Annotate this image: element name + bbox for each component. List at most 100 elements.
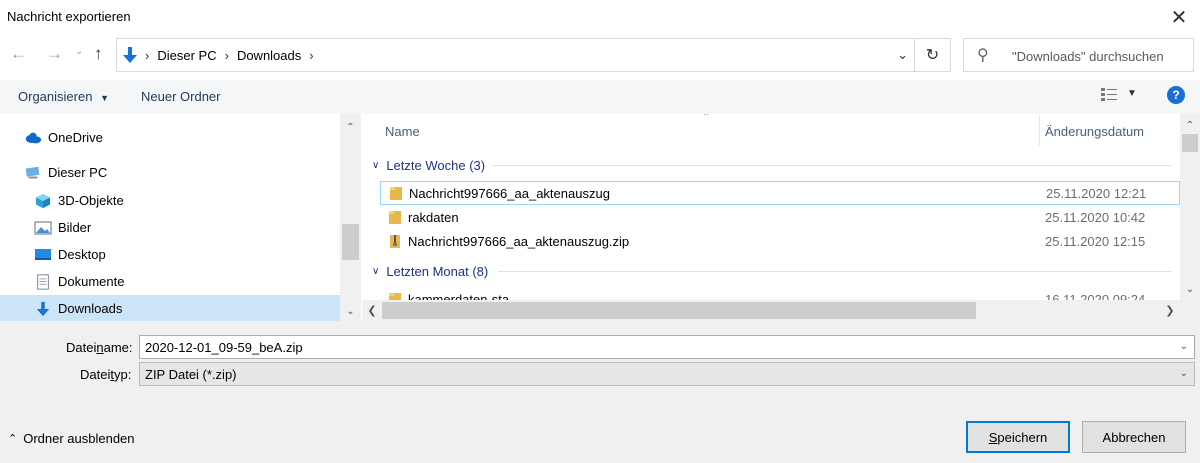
search-icon: ⚲ [977, 47, 989, 64]
file-list-vertical-scrollbar[interactable]: ⌃ ⌄ [1180, 114, 1200, 300]
list-item[interactable]: Nachricht997666_aa_aktenauszug 25.11.202… [380, 181, 1180, 205]
group-label: Letzten Monat (8) [386, 263, 489, 279]
filetype-select[interactable]: ZIP Datei (*.zip) ⌄ [139, 362, 1195, 386]
hide-folders-label: Ordner ausblenden [23, 431, 135, 446]
3d-objects-icon [35, 193, 51, 208]
desktop-icon [35, 248, 51, 260]
folder-icon [390, 187, 402, 200]
breadcrumb-dieser-pc[interactable]: Dieser PC [157, 48, 216, 63]
scroll-left-icon[interactable]: ❮ [362, 300, 382, 321]
sidebar-item-onedrive[interactable]: OneDrive [0, 124, 340, 151]
scroll-up-icon[interactable]: ⌃ [340, 118, 361, 136]
column-divider[interactable] [1039, 116, 1040, 146]
up-arrow-icon[interactable]: ↑ [94, 44, 103, 64]
breadcrumb-separator-icon[interactable]: › [309, 48, 313, 63]
onedrive-icon [25, 132, 42, 143]
search-input[interactable]: ⚲ "Downloads" durchsuchen [963, 38, 1194, 72]
navigation-pane-scrollbar[interactable]: ⌃ ⌄ [340, 114, 361, 321]
scrollbar-thumb[interactable] [342, 224, 359, 260]
chevron-down-icon: ∨ [372, 159, 380, 171]
cancel-button[interactable]: Abbrechen [1082, 421, 1186, 453]
recent-locations-chevron-icon[interactable]: ⌄ [75, 46, 83, 57]
sort-caret-icon: ⌃ [702, 114, 711, 123]
navigation-bar: ← → ⌄ ↑ › Dieser PC › Downloads › ⌄ ↻ ⚲ … [0, 36, 1200, 74]
address-bar[interactable]: › Dieser PC › Downloads › ⌄ ↻ [116, 38, 951, 72]
scroll-down-icon[interactable]: ⌄ [340, 302, 361, 320]
close-icon[interactable]: ✕ [1166, 4, 1192, 30]
group-header-last-week[interactable]: ∨ Letzte Woche (3) [372, 155, 485, 175]
chevron-down-icon[interactable]: ⌄ [1180, 341, 1188, 352]
filetype-value: ZIP Datei (*.zip) [145, 367, 237, 382]
sidebar-item-label: Dokumente [58, 274, 125, 289]
column-name[interactable]: Name [385, 124, 420, 139]
scrollbar-thumb[interactable] [1182, 134, 1198, 152]
group-divider [498, 271, 1172, 272]
folder-icon [389, 293, 401, 300]
file-list-horizontal-scrollbar[interactable]: ❮ ❯ [362, 300, 1180, 321]
filetype-label: Dateityp: [80, 367, 132, 382]
scroll-down-icon[interactable]: ⌄ [1180, 280, 1200, 298]
sidebar-item-label: Bilder [58, 220, 92, 235]
scroll-right-icon[interactable]: ❯ [1160, 300, 1180, 321]
file-name: rakdaten [408, 210, 459, 225]
pictures-icon [34, 221, 52, 234]
computer-icon [25, 166, 40, 178]
file-date: 25.11.2020 12:15 [1045, 234, 1146, 249]
group-header-last-month[interactable]: ∨ Letzten Monat (8) [372, 261, 488, 281]
save-button[interactable]: Speichern [966, 421, 1070, 453]
list-item[interactable]: kammerdaten-sta 16.11.2020 09:24 [380, 288, 1180, 300]
sidebar-item-dokumente[interactable]: Dokumente [0, 268, 340, 295]
file-name: Nachricht997666_aa_aktenauszug [409, 186, 610, 201]
sidebar-item-bilder[interactable]: Bilder [0, 214, 340, 241]
search-placeholder: "Downloads" durchsuchen [1012, 49, 1164, 64]
command-toolbar: Organisieren ▼ Neuer Ordner ▼ ? [0, 80, 1200, 114]
organize-button[interactable]: Organisieren ▼ [18, 89, 109, 104]
filename-label: Dateiname: [66, 340, 133, 355]
scrollbar-thumb[interactable] [382, 302, 976, 319]
sidebar-item-desktop[interactable]: Desktop [0, 241, 340, 268]
list-item[interactable]: Nachricht997666_aa_aktenauszug.zip 25.11… [380, 230, 1180, 254]
refresh-icon[interactable]: ↻ [914, 39, 950, 71]
file-list: ⌃ Name Änderungsdatum ∨ Letzte Woche (3)… [362, 114, 1180, 300]
downloads-icon [36, 301, 50, 316]
scrollbar-corner [1180, 300, 1200, 321]
hide-folders-button[interactable]: ⌃ Ordner ausblenden [8, 431, 135, 446]
breadcrumb-separator-icon[interactable]: › [145, 48, 149, 63]
save-options-panel: Dateiname: 2020-12-01_09-59_beA.zip ⌄ Da… [0, 321, 1200, 463]
breadcrumb-separator-icon[interactable]: › [225, 48, 229, 63]
back-arrow-icon[interactable]: ← [10, 44, 27, 64]
filename-input[interactable]: 2020-12-01_09-59_beA.zip ⌄ [139, 335, 1195, 359]
group-divider [492, 165, 1172, 166]
filename-value: 2020-12-01_09-59_beA.zip [145, 340, 303, 355]
forward-arrow-icon[interactable]: → [46, 44, 63, 64]
title-bar: Nachricht exportieren ✕ [0, 0, 1200, 34]
folder-icon [389, 211, 401, 224]
column-date-modified[interactable]: Änderungsdatum [1045, 124, 1144, 139]
sidebar-item-dieser-pc[interactable]: Dieser PC [0, 159, 340, 186]
scroll-up-icon[interactable]: ⌃ [1180, 116, 1200, 134]
group-label: Letzte Woche (3) [386, 157, 486, 173]
sidebar-item-downloads[interactable]: Downloads [0, 295, 340, 321]
column-header: ⌃ Name Änderungsdatum [362, 114, 1180, 148]
file-name: kammerdaten-sta [408, 292, 510, 300]
sidebar-item-label: Desktop [58, 247, 106, 262]
chevron-up-icon: ⌃ [8, 433, 18, 445]
chevron-down-icon[interactable]: ⌄ [1180, 368, 1188, 379]
file-date: 16.11.2020 09:24 [1045, 292, 1146, 300]
new-folder-button[interactable]: Neuer Ordner [141, 89, 220, 104]
view-dropdown-icon[interactable]: ▼ [1127, 88, 1137, 99]
list-item[interactable]: rakdaten 25.11.2020 10:42 [380, 206, 1180, 230]
address-dropdown-icon[interactable]: ⌄ [897, 47, 908, 63]
view-details-icon[interactable] [1100, 86, 1118, 104]
sidebar-item-label: OneDrive [48, 130, 103, 145]
help-icon[interactable]: ? [1167, 86, 1185, 104]
organize-label: Organisieren [18, 89, 93, 104]
breadcrumb-downloads[interactable]: Downloads [237, 48, 301, 63]
organize-dropdown-icon: ▼ [100, 93, 109, 103]
zip-folder-icon [390, 235, 400, 248]
file-date: 25.11.2020 12:21 [1046, 186, 1147, 201]
sidebar-item-label: Dieser PC [48, 165, 108, 180]
downloads-location-icon [123, 47, 137, 63]
sidebar-item-3d-objekte[interactable]: 3D-Objekte [0, 187, 340, 214]
file-name: Nachricht997666_aa_aktenauszug.zip [408, 234, 630, 249]
